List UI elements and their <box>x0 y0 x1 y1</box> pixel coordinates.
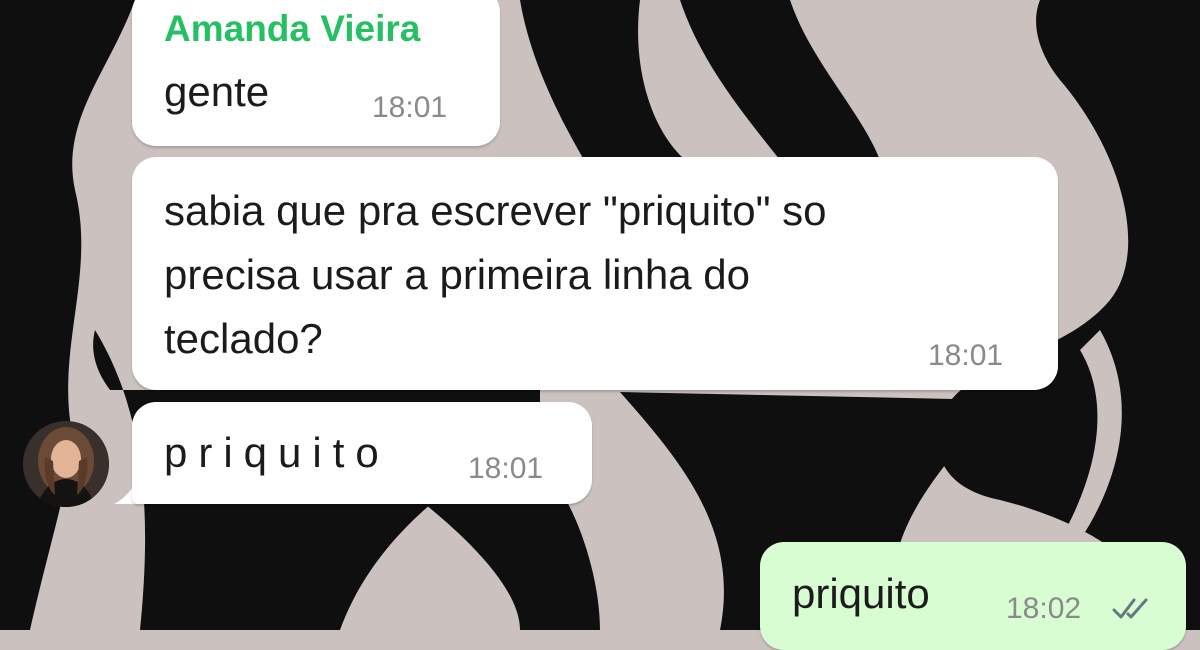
message-text-line-3: teclado? <box>164 315 323 362</box>
message-bubble-3[interactable]: priquito 18:01 <box>132 402 592 504</box>
message-time: 18:02 <box>1006 592 1082 625</box>
message-text: priquito <box>792 570 930 617</box>
message-time: 18:01 <box>928 339 1004 372</box>
message-text-line-2: precisa usar a primeira linha do <box>164 251 750 298</box>
message-bubble-1[interactable]: Amanda Vieira gente 18:01 <box>132 0 500 146</box>
message-time: 18:01 <box>468 452 544 485</box>
double-check-icon <box>1112 598 1148 619</box>
message-text: gente <box>164 68 270 115</box>
message-bubble-4[interactable]: priquito 18:02 <box>760 542 1186 650</box>
message-time: 18:01 <box>372 91 448 124</box>
message-text-line-1: sabia que pra escrever "priquito" so <box>164 187 827 234</box>
message-bubble-2[interactable]: sabia que pra escrever "priquito" so pre… <box>132 157 1058 390</box>
sender-name[interactable]: Amanda Vieira <box>164 8 420 50</box>
message-text: priquito <box>164 429 390 476</box>
user-avatar-icon[interactable] <box>23 421 109 507</box>
